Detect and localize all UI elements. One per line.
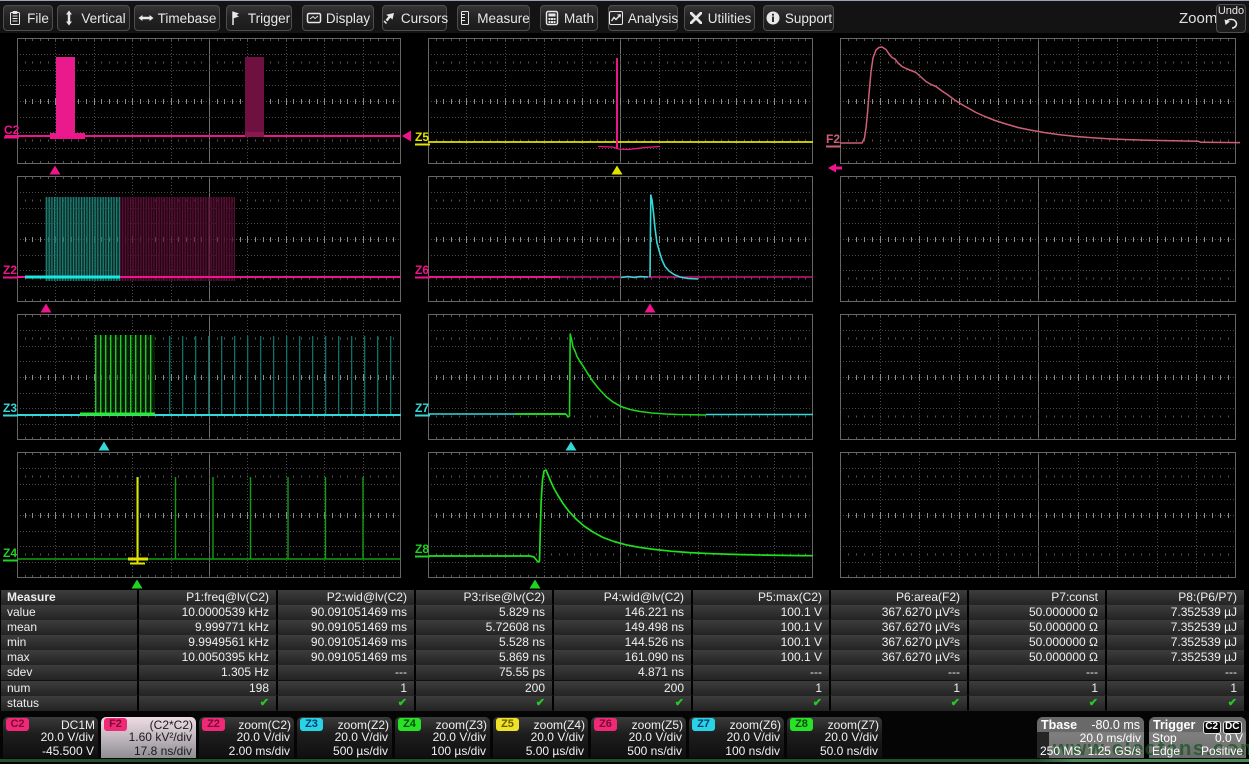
svg-text:Z5: Z5 [415, 130, 429, 144]
svg-text:Z8: Z8 [415, 542, 429, 556]
svg-text:Z7: Z7 [415, 401, 429, 415]
svg-text:Z4: Z4 [3, 546, 17, 560]
svg-text:Z6: Z6 [415, 263, 429, 277]
svg-text:Z3: Z3 [3, 401, 17, 415]
svg-text:F2: F2 [826, 132, 840, 146]
svg-text:C2: C2 [4, 123, 20, 137]
svg-text:Z2: Z2 [3, 263, 17, 277]
